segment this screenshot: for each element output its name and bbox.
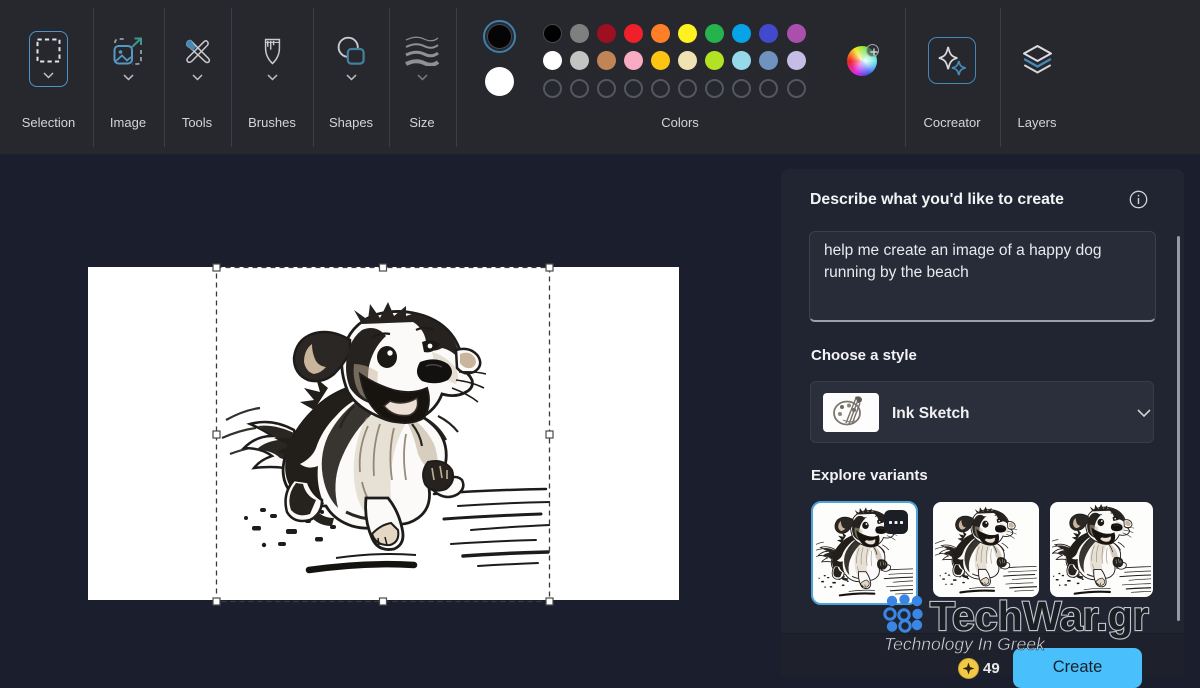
svg-text:TechWar.gr: TechWar.gr <box>930 593 1149 639</box>
svg-text:Technology In Greek: Technology In Greek <box>884 634 1046 654</box>
